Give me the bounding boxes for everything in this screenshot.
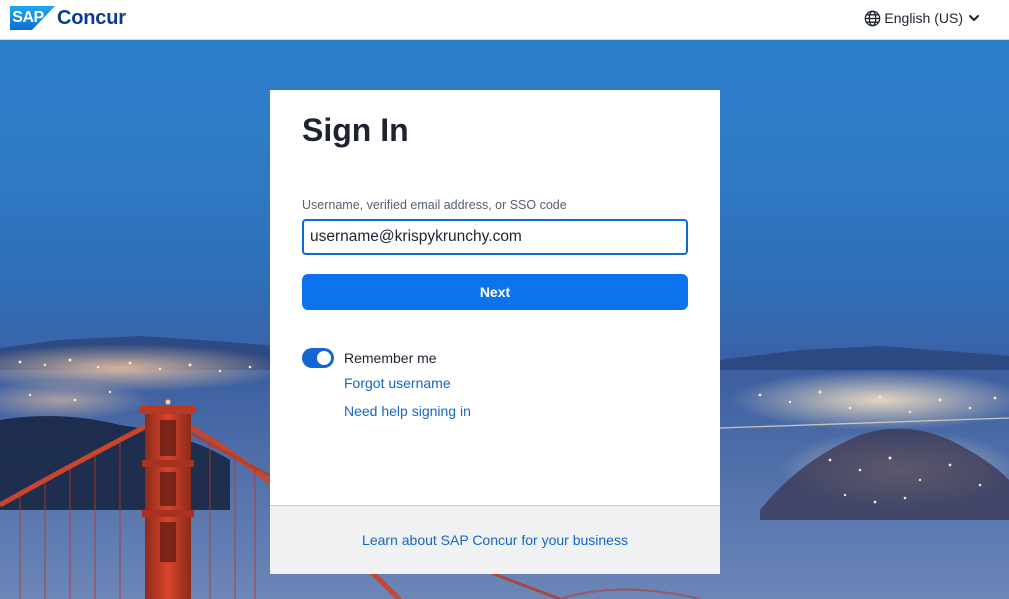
top-header: SAP Concur English (US) bbox=[0, 0, 1009, 40]
learn-about-concur-link[interactable]: Learn about SAP Concur for your business bbox=[362, 532, 628, 548]
remember-me-row: Remember me bbox=[302, 347, 437, 369]
next-button[interactable]: Next bbox=[302, 274, 688, 310]
language-label: English (US) bbox=[884, 10, 963, 26]
remember-me-toggle[interactable] bbox=[302, 348, 334, 368]
username-label: Username, verified email address, or SSO… bbox=[302, 198, 567, 212]
page-title: Sign In bbox=[302, 112, 409, 148]
need-help-signing-in-link[interactable]: Need help signing in bbox=[344, 403, 471, 419]
sign-in-card: Sign In Username, verified email address… bbox=[270, 90, 720, 574]
remember-me-label: Remember me bbox=[344, 350, 437, 366]
sap-logo-text: SAP bbox=[12, 9, 44, 26]
toggle-knob bbox=[317, 351, 331, 365]
chevron-down-icon bbox=[968, 12, 980, 24]
sap-concur-logo[interactable]: SAP Concur bbox=[10, 6, 126, 30]
globe-icon bbox=[864, 10, 881, 27]
language-selector[interactable]: English (US) bbox=[864, 8, 980, 28]
forgot-username-link[interactable]: Forgot username bbox=[344, 375, 451, 391]
username-input[interactable] bbox=[302, 219, 688, 255]
card-footer: Learn about SAP Concur for your business bbox=[270, 505, 720, 574]
sap-logo-mark: SAP bbox=[10, 6, 55, 30]
concur-logo-text: Concur bbox=[57, 6, 126, 29]
